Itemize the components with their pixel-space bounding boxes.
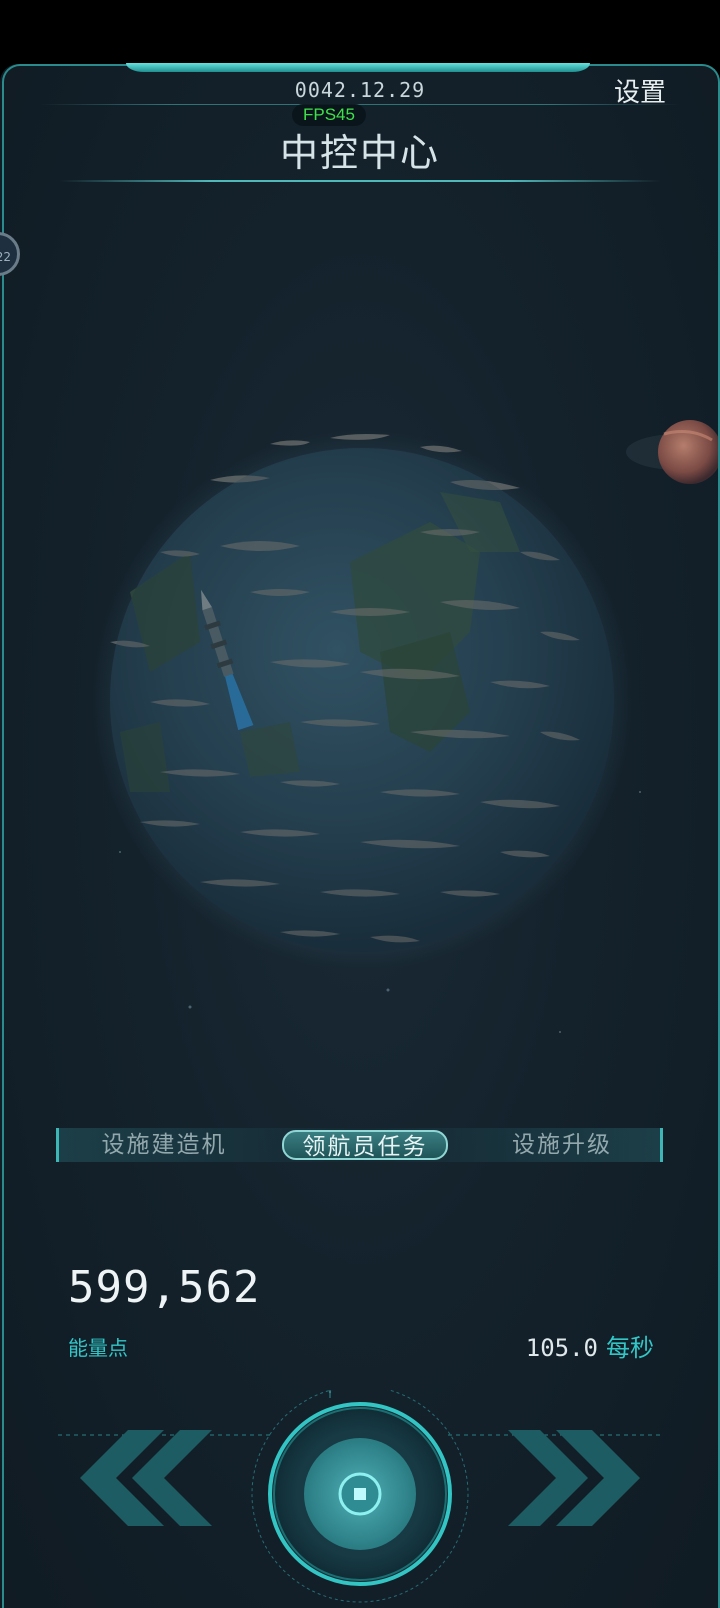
tab-navigator-mission[interactable]: 领航员任务 xyxy=(282,1130,448,1160)
double-chevron-right-icon xyxy=(508,1430,640,1526)
title-underline xyxy=(60,180,660,182)
energy-rate-value: 105.0 xyxy=(525,1334,598,1362)
game-screen: 0042.12.29 FPS45 中控中心 设置 22 设施建造机 领航员任务 … xyxy=(0,0,720,1608)
next-button[interactable] xyxy=(508,1430,640,1526)
planet-scene[interactable] xyxy=(0,64,720,1608)
energy-points-value: 599,562 xyxy=(68,1262,261,1313)
small-planet[interactable] xyxy=(626,420,720,484)
tab-facility-upgrade[interactable]: 设施升级 xyxy=(477,1128,647,1162)
energy-rate: 105.0 每秒 xyxy=(526,1328,654,1363)
page-title: 中控中心 xyxy=(279,131,440,175)
tab-facility-builder[interactable]: 设施建造机 xyxy=(79,1128,249,1162)
settings-button[interactable]: 设置 xyxy=(614,72,678,108)
prev-button[interactable] xyxy=(80,1430,212,1526)
core-button-icon xyxy=(338,1472,382,1516)
main-panel xyxy=(0,64,720,1608)
double-chevron-left-icon xyxy=(80,1430,212,1526)
tab-bar: 设施建造机 领航员任务 设施升级 xyxy=(56,1128,663,1162)
energy-rate-unit: 每秒 xyxy=(606,1334,654,1362)
energy-points-label: 能量点 xyxy=(68,1336,128,1360)
core-button[interactable] xyxy=(251,1390,469,1603)
game-date: 0042.12.29 xyxy=(294,78,426,102)
bottom-controls xyxy=(58,1390,662,1603)
main-planet[interactable] xyxy=(92,430,632,970)
top-glow-bar xyxy=(126,63,590,72)
